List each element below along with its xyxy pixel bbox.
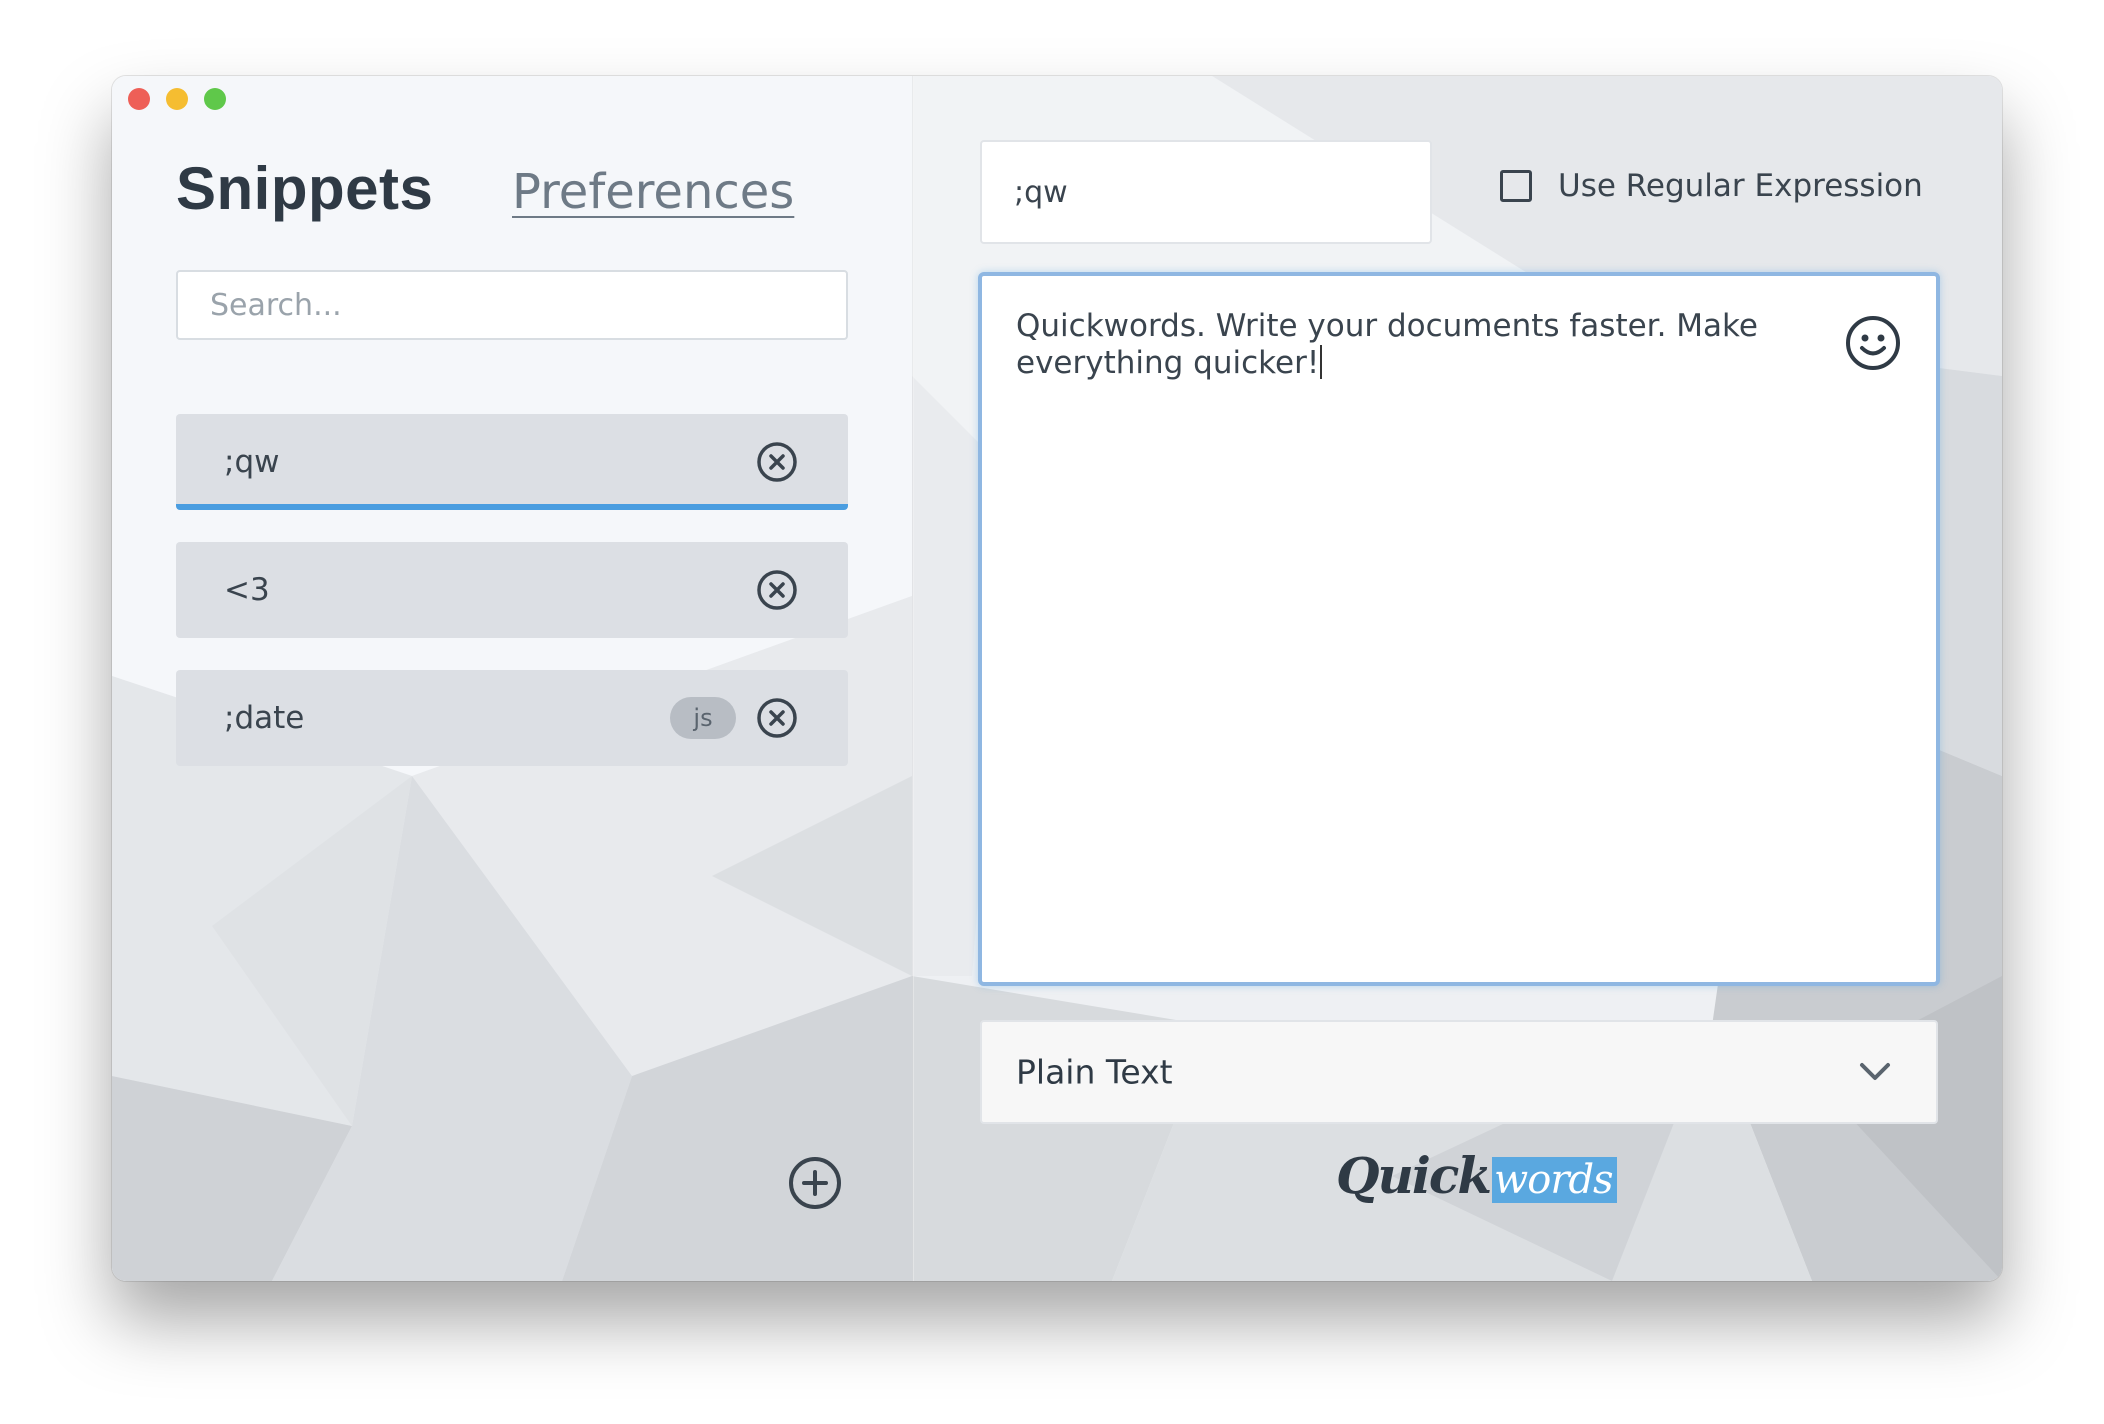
close-window-button[interactable] — [128, 88, 150, 110]
snippet-label: ;qw — [224, 444, 280, 480]
preferences-link[interactable]: Preferences — [512, 164, 794, 220]
editor-content-text: Quickwords. Write your documents faster.… — [1016, 308, 1758, 381]
text-caret — [1320, 345, 1323, 379]
editor-text-wrapper: Quickwords. Write your documents faster.… — [1016, 308, 1806, 382]
snippet-label: ;date — [224, 700, 305, 736]
chevron-down-icon — [1860, 1063, 1890, 1080]
smiley-icon[interactable] — [1844, 314, 1902, 372]
snippet-label: <3 — [224, 572, 270, 608]
regex-checkbox[interactable] — [1500, 170, 1532, 202]
plus-circle-icon[interactable] — [788, 1156, 842, 1210]
panel-divider — [912, 76, 914, 1281]
page-title: Snippets — [176, 155, 434, 222]
logo-words-text: words — [1492, 1157, 1617, 1203]
search-input[interactable] — [176, 270, 848, 340]
window-controls — [128, 88, 226, 110]
snippet-content-editor[interactable]: Quickwords. Write your documents faster.… — [978, 272, 1940, 986]
regex-label: Use Regular Expression — [1558, 168, 1923, 204]
snippet-item-heart[interactable]: <3 — [176, 542, 848, 638]
close-circle-icon[interactable] — [756, 441, 798, 483]
snippet-item-qw[interactable]: ;qw — [176, 414, 848, 510]
quickwords-logo: Quick words — [1336, 1146, 1617, 1205]
snippet-item-date[interactable]: ;date js — [176, 670, 848, 766]
minimize-window-button[interactable] — [166, 88, 188, 110]
close-circle-icon[interactable] — [756, 569, 798, 611]
trigger-input[interactable] — [980, 140, 1432, 244]
close-circle-icon[interactable] — [756, 697, 798, 739]
format-selected-value: Plain Text — [1016, 1052, 1173, 1092]
format-select[interactable]: Plain Text — [980, 1020, 1938, 1124]
app-window: Snippets Preferences ;qw <3 ;date js Use… — [112, 76, 2002, 1281]
zoom-window-button[interactable] — [204, 88, 226, 110]
js-badge: js — [670, 697, 736, 739]
logo-quick-text: Quick — [1336, 1146, 1492, 1205]
